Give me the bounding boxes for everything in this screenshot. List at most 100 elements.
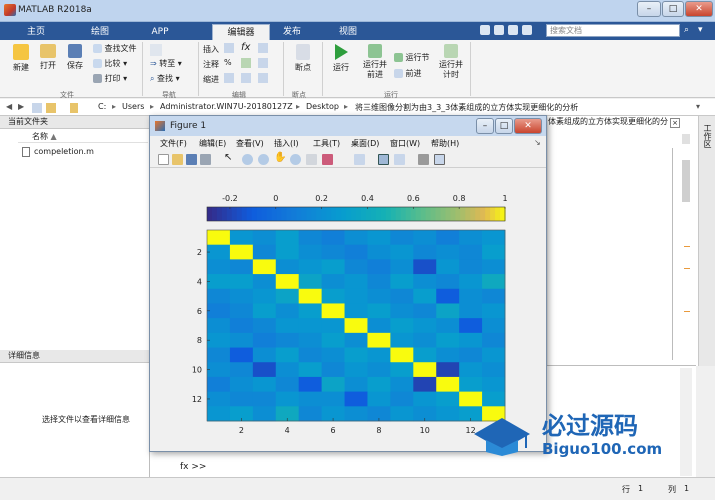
heatmap-cell[interactable] xyxy=(367,288,391,304)
heatmap-cell[interactable] xyxy=(298,362,323,378)
heatmap-cell[interactable] xyxy=(413,376,437,393)
brush-icon[interactable] xyxy=(322,154,333,165)
heatmap-cell[interactable] xyxy=(252,376,277,393)
heatmap-cell[interactable] xyxy=(459,244,483,260)
expand-icon[interactable]: ▾ xyxy=(698,25,710,37)
heatmap-cell[interactable] xyxy=(252,406,277,422)
heatmap-cell[interactable] xyxy=(229,230,254,246)
heatmap-cell[interactable] xyxy=(390,318,414,334)
heatmap-cell[interactable] xyxy=(436,318,460,334)
heatmap-cell[interactable] xyxy=(344,406,368,422)
heatmap-cell[interactable] xyxy=(275,318,300,334)
heatmap-cell[interactable] xyxy=(390,230,414,246)
percent-icon[interactable]: % xyxy=(224,58,232,67)
heatmap-cell[interactable] xyxy=(252,244,277,260)
heatmap-cell[interactable] xyxy=(229,362,254,378)
data-cursor-icon[interactable] xyxy=(306,154,317,165)
warning-marker[interactable] xyxy=(684,268,690,269)
new-figure-icon[interactable] xyxy=(158,154,169,165)
menu-desktop[interactable]: 桌面(D) xyxy=(351,138,379,149)
heatmap-cell[interactable] xyxy=(344,259,368,275)
heatmap-cell[interactable] xyxy=(252,347,277,363)
run-button[interactable]: 运行 xyxy=(328,44,354,73)
heatmap-cell[interactable] xyxy=(298,347,323,363)
smart-indent-icon[interactable] xyxy=(224,73,234,83)
tab-home[interactable]: 主页 xyxy=(16,24,56,40)
heatmap-cell[interactable] xyxy=(344,347,368,363)
heatmap-cell[interactable] xyxy=(321,303,345,319)
heatmap-cell[interactable] xyxy=(344,362,368,378)
heatmap-cell[interactable] xyxy=(229,274,254,290)
heatmap-cell[interactable] xyxy=(207,406,231,422)
maximize-button[interactable]: □ xyxy=(662,1,684,17)
insert-button[interactable]: 插入 xyxy=(203,44,219,55)
heatmap-cell[interactable] xyxy=(252,274,277,290)
workspace-side-tab[interactable]: 工作区 xyxy=(698,116,715,366)
heatmap-cell[interactable] xyxy=(367,274,391,290)
heatmap-cell[interactable] xyxy=(207,318,231,334)
path-c[interactable]: C: xyxy=(98,102,106,111)
heatmap-cell[interactable] xyxy=(229,244,254,260)
heatmap-cell[interactable] xyxy=(275,362,300,378)
heatmap-cell[interactable] xyxy=(207,288,231,304)
indent-button[interactable]: 缩进 xyxy=(203,74,219,85)
heatmap-cell[interactable] xyxy=(459,332,483,348)
figure-close-button[interactable]: ✕ xyxy=(514,118,542,134)
menu-help[interactable]: 帮助(H) xyxy=(431,138,459,149)
heatmap-cell[interactable] xyxy=(252,303,277,319)
heatmap-cell[interactable] xyxy=(459,288,483,304)
heatmap-cell[interactable] xyxy=(229,303,254,319)
heatmap-cell[interactable] xyxy=(207,391,231,407)
heatmap-cell[interactable] xyxy=(229,332,254,348)
figure-titlebar[interactable]: Figure 1 – □ ✕ xyxy=(150,116,546,136)
path-desktop[interactable]: Desktop xyxy=(306,102,339,111)
heatmap-cell[interactable] xyxy=(367,347,391,363)
file-item[interactable]: compeletion.m xyxy=(34,147,94,156)
new-button[interactable]: 新建 xyxy=(10,44,32,73)
heatmap-cell[interactable] xyxy=(298,318,323,334)
heatmap-cell[interactable] xyxy=(413,230,437,246)
heatmap-cell[interactable] xyxy=(321,362,345,378)
tab-apps[interactable]: APP xyxy=(140,24,180,40)
heatmap-cell[interactable] xyxy=(252,259,277,275)
insert-section-icon[interactable] xyxy=(224,43,234,53)
heatmap-cell[interactable] xyxy=(436,303,460,319)
heatmap-cell[interactable] xyxy=(413,362,437,378)
heatmap-cell[interactable] xyxy=(298,332,323,348)
path-folder[interactable]: 将三维图像分割为由3_3_3体素组成的立方体实现更细化的分析 xyxy=(355,102,578,113)
heatmap-cell[interactable] xyxy=(207,347,231,363)
insert-icon[interactable] xyxy=(258,43,268,53)
heatmap-cell[interactable] xyxy=(344,303,368,319)
address-dropdown-icon[interactable]: ▾ xyxy=(696,102,700,111)
heatmap-cell[interactable] xyxy=(367,230,391,246)
find-files-button[interactable]: 查找文件 xyxy=(93,43,137,54)
heatmap-cell[interactable] xyxy=(482,274,506,290)
breakpoints-button[interactable]: 断点 xyxy=(292,44,314,73)
heatmap-cell[interactable] xyxy=(459,303,483,319)
save-figure-icon[interactable] xyxy=(186,154,197,165)
heatmap-cell[interactable] xyxy=(482,362,506,378)
heatmap-cell[interactable] xyxy=(413,347,437,363)
heatmap-cell[interactable] xyxy=(390,391,414,407)
open-button[interactable]: 打开 xyxy=(37,44,59,71)
heatmap-cell[interactable] xyxy=(436,406,460,422)
heatmap-cell[interactable] xyxy=(275,391,300,407)
heatmap-cell[interactable] xyxy=(321,274,345,290)
name-column-header[interactable]: 名称 ▲ xyxy=(18,131,148,143)
heatmap-cell[interactable] xyxy=(367,332,391,348)
heatmap-cell[interactable] xyxy=(207,303,231,319)
heatmap-cell[interactable] xyxy=(298,244,323,260)
heatmap-cell[interactable] xyxy=(436,288,460,304)
forward-icon[interactable]: ▶ xyxy=(18,102,24,111)
close-button[interactable]: ✕ xyxy=(685,1,713,17)
heatmap-cell[interactable] xyxy=(207,274,231,290)
undo-quick-icon[interactable] xyxy=(522,25,532,35)
run-section-button[interactable]: 运行节 xyxy=(394,52,430,63)
save-button[interactable]: 保存 xyxy=(64,44,86,71)
heatmap-cell[interactable] xyxy=(344,244,368,260)
heatmap-cell[interactable] xyxy=(275,347,300,363)
heatmap-cell[interactable] xyxy=(298,288,323,304)
minimize-button[interactable]: – xyxy=(637,1,661,17)
heatmap-cell[interactable] xyxy=(252,332,277,348)
heatmap-cell[interactable] xyxy=(229,259,254,275)
